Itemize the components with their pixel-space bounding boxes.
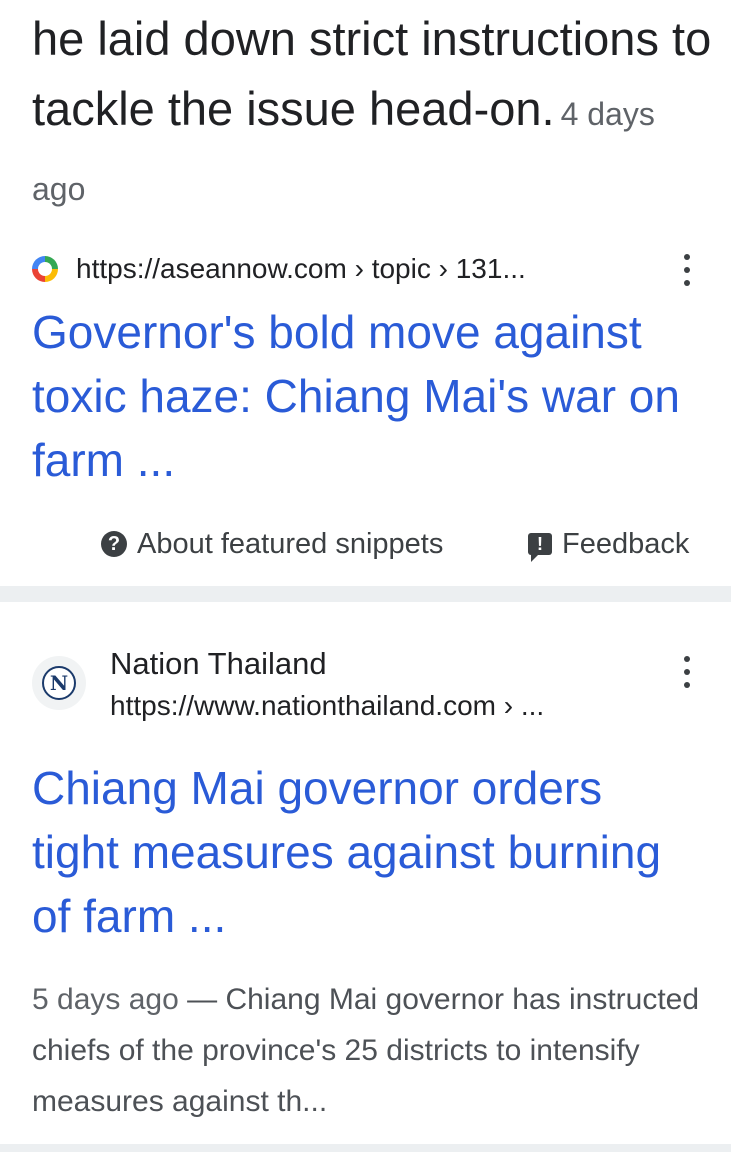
question-circle-icon: ? [101,531,127,557]
site-name[interactable]: Nation Thailand [110,646,327,682]
result-title-link[interactable]: Chiang Mai governor orders tight measure… [32,756,692,948]
more-vert-icon[interactable] [675,252,699,288]
feedback-icon: ! [528,533,552,562]
result-snippet: 5 days ago — Chiang Mai governor has ins… [32,974,712,1127]
result-date: 5 days ago [32,983,179,1016]
featured-source-url[interactable]: https://aseannow.com › topic › 131... [76,253,526,285]
feedback-button[interactable]: ! Feedback [528,520,689,568]
site-url[interactable]: https://www.nationthailand.com › ... [110,690,544,722]
snippet-text: he laid down strict instructions to tack… [32,4,712,224]
about-featured-snippets-link[interactable]: ? About featured snippets [101,520,443,568]
bottom-separator [0,1144,731,1152]
featured-source-url-row[interactable]: https://aseannow.com › topic › 131... [32,250,526,288]
nation-thailand-logo[interactable]: N [32,656,86,710]
feedback-label: Feedback [562,527,690,560]
featured-result-title-link[interactable]: Governor's bold move against toxic haze:… [32,300,692,492]
more-vert-icon[interactable] [675,654,699,690]
featured-snippet-card: he laid down strict instructions to tack… [0,0,731,586]
date-separator: — [178,983,226,1016]
aseannow-favicon-icon [32,256,58,282]
about-featured-snippets-label: About featured snippets [137,527,444,560]
site-logo-letter: N [42,666,76,700]
result-separator [0,586,731,602]
